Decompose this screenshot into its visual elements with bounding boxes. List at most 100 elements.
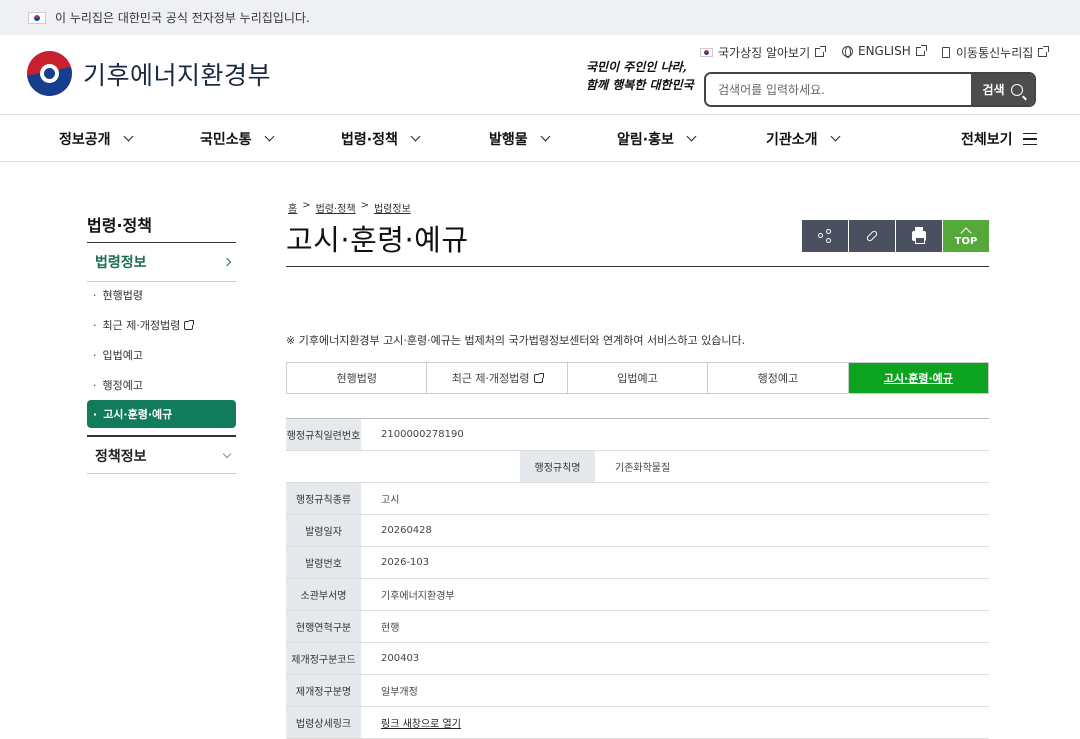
search-button-label: 검색 (982, 83, 1005, 97)
tab-current-laws[interactable]: 현행법령 (287, 363, 428, 393)
tab-notices-directives[interactable]: 고시·훈령·예규 (848, 363, 989, 393)
tab-recent-laws[interactable]: 최근 제·개정법령 (427, 363, 568, 393)
table-row: 제개정구분코드 200403 (286, 643, 989, 675)
gnb-label: 알림·홍보 (617, 132, 674, 148)
gnb-label: 법령·정책 (341, 132, 398, 148)
search-button[interactable]: 검색 (971, 74, 1034, 105)
gnb-item-law-policy[interactable]: 법령·정책 (341, 116, 421, 162)
share-icon (818, 229, 832, 243)
search-input[interactable] (706, 74, 971, 105)
row-value: 기존화학물질 (615, 463, 671, 474)
external-link-icon (1038, 46, 1050, 57)
sidebar-item-notices-directives[interactable]: · 고시·훈령·예규 (87, 400, 236, 428)
row-label: 소관부서명 (286, 579, 361, 610)
row-value: 2026-103 (381, 557, 430, 568)
sidebar-item-label: 현행법령 (102, 289, 143, 302)
detail-table: 행정규칙일련번호 2100000278190 행정규칙명 기존화학물질 행정규칙… (286, 418, 989, 739)
sidebar-item-label: 입법예고 (102, 349, 143, 362)
scroll-top-button[interactable]: TOP (943, 220, 989, 252)
breadcrumb-separator: > (302, 200, 311, 211)
chevron-down-icon (686, 131, 697, 142)
gnb-item-info-disclosure[interactable]: 정보공개 (59, 116, 133, 162)
chevron-down-icon (222, 449, 232, 459)
title-divider (286, 266, 989, 267)
breadcrumb: 홈 > 법령·정책 > 법령정보 (288, 200, 411, 215)
breadcrumb-law-policy[interactable]: 법령·정책 (316, 200, 356, 215)
row-label: 제개정구분명 (286, 675, 361, 706)
gnb-item-publications[interactable]: 발행물 (489, 116, 551, 162)
gnb-label: 발행물 (489, 132, 528, 148)
row-label: 발령번호 (286, 547, 361, 578)
table-row: 현행연혁구분 현행 (286, 611, 989, 643)
english-link[interactable]: ENGLISH (842, 44, 927, 58)
search-box: 검색 (704, 72, 1036, 107)
sidebar-item-label: 행정예고 (102, 379, 143, 392)
table-row: 법령상세링크 링크 새창으로 열기 (286, 707, 989, 739)
row-value: 20260428 (381, 525, 432, 536)
slogan: 국민이 주인인 나라, 함께 행복한 대한민국 (586, 58, 694, 94)
gov-banner-text: 이 누리집은 대한민국 공식 전자정부 누리집입니다. (55, 11, 310, 25)
row-value: 고시 (381, 495, 400, 506)
law-detail-link[interactable]: 링크 새창으로 열기 (381, 707, 461, 738)
row-value: 2100000278190 (381, 429, 464, 440)
sidebar-item-label: 고시·훈령·예규 (103, 408, 173, 421)
law-tabs: 현행법령 최근 제·개정법령 입법예고 행정예고 고시·훈령·예규 (286, 362, 989, 394)
table-row: 발령번호 2026-103 (286, 547, 989, 579)
all-menu-button[interactable]: 전체보기 (961, 116, 1037, 162)
table-row: 제개정구분명 일부개정 (286, 675, 989, 707)
slogan-line-2: 함께 행복한 대한민국 (586, 78, 694, 92)
chevron-down-icon (264, 131, 274, 142)
sidebar-item-legislative-notice[interactable]: · 입법예고 (87, 341, 236, 369)
new-window-icon (184, 319, 195, 330)
share-button[interactable] (802, 220, 848, 252)
sidebar-section-policy-info[interactable]: 정책정보 (87, 437, 236, 475)
copy-link-button[interactable] (849, 220, 895, 252)
chevron-down-icon (830, 131, 840, 142)
gnb-label: 기관소개 (766, 132, 818, 148)
mobile-site-link[interactable]: 이동통신누리집 (942, 44, 1050, 61)
sidebar-item-current-laws[interactable]: · 현행법령 (87, 281, 236, 309)
gnb-label: 국민소통 (200, 132, 252, 148)
service-notice: ※ 기후에너지환경부 고시·훈령·예규는 법제처의 국가법령정보센터와 연계하여… (286, 334, 746, 347)
globe-icon (842, 45, 853, 58)
korea-flag-icon (28, 11, 46, 24)
breadcrumb-home[interactable]: 홈 (288, 200, 297, 215)
chevron-right-icon (222, 257, 232, 267)
gnb-item-news-pr[interactable]: 알림·홍보 (617, 116, 697, 162)
hamburger-menu-icon (1022, 133, 1037, 145)
tab-legislative-notice[interactable]: 입법예고 (568, 363, 709, 393)
gov-banner: 이 누리집은 대한민국 공식 전자정부 누리집입니다. (0, 0, 1080, 35)
row-label: 행정규칙종류 (286, 483, 361, 514)
gnb-item-communication[interactable]: 국민소통 (200, 116, 274, 162)
gnb-item-about[interactable]: 기관소개 (766, 116, 840, 162)
external-link-icon (815, 46, 827, 57)
util-link-label: 이동통신누리집 (956, 46, 1034, 60)
site-logo[interactable]: 기후에너지환경부 (27, 51, 271, 96)
table-row: 행정규칙종류 고시 (286, 483, 989, 515)
link-icon (865, 229, 879, 243)
gnb-label: 정보공개 (59, 132, 111, 148)
global-nav: 정보공개 국민소통 법령·정책 발행물 알림·홍보 기관소개 전체보기 (0, 116, 1080, 162)
breadcrumb-law-info[interactable]: 법령정보 (374, 200, 411, 215)
row-value: 200403 (381, 653, 420, 664)
sidebar-item-admin-notice[interactable]: · 행정예고 (87, 371, 236, 399)
sidebar-section-law-info[interactable]: 법령정보 (87, 243, 236, 281)
page-title: 고시·훈령·예규 (286, 223, 469, 257)
korea-flag-icon (700, 48, 713, 57)
taegeuk-logo-icon (27, 51, 72, 96)
sidebar-section-label: 법령정보 (95, 255, 147, 271)
sidebar-divider (87, 473, 236, 474)
print-button[interactable] (896, 220, 942, 252)
sidebar-item-recent-laws[interactable]: · 최근 제·개정법령 (87, 311, 236, 339)
row-value: 기후에너지환경부 (381, 591, 455, 602)
tab-admin-notice[interactable]: 행정예고 (708, 363, 849, 393)
row-label: 제개정구분코드 (286, 643, 361, 674)
search-icon (1010, 83, 1023, 96)
printer-icon (912, 227, 926, 244)
slogan-line-1: 국민이 주인인 나라, (586, 60, 687, 74)
util-link-label: ENGLISH (858, 44, 911, 58)
row-label: 행정규칙일련번호 (286, 419, 361, 450)
national-symbol-link[interactable]: 국가상징 알아보기 (700, 44, 827, 61)
sidebar-title: 법령·정책 (87, 216, 152, 235)
sidebar-section-label: 정책정보 (95, 449, 147, 465)
